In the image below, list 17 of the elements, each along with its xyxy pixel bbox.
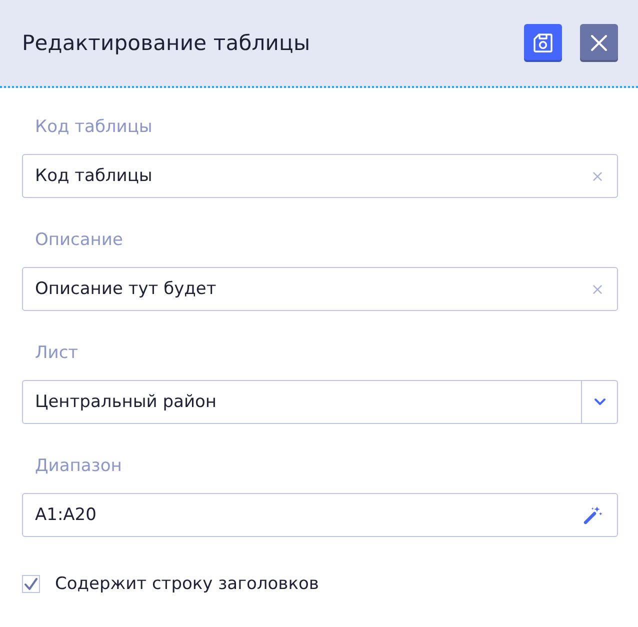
field-label: Лист [35,342,78,365]
checkbox[interactable] [22,575,40,593]
close-icon [591,35,607,51]
text-field[interactable]: Описание тут будет [22,267,618,311]
range-field[interactable]: A1:A20 [22,493,618,537]
save-button[interactable] [524,24,562,62]
window-title: Редактирование таблицы [22,31,310,55]
text-field[interactable]: Код таблицы [22,154,618,198]
field-label: Диапазон [35,455,122,478]
chevron-down-icon[interactable] [594,398,606,406]
checkbox-label: Содержит строку заголовков [55,574,319,594]
magic-wand-icon[interactable] [583,505,603,525]
field-label: Описание [35,229,123,252]
floppy-disk-icon [533,33,553,53]
close-button[interactable] [580,24,618,62]
select-field[interactable]: Центральный район [22,380,618,424]
field-label: Код таблицы [35,116,152,139]
